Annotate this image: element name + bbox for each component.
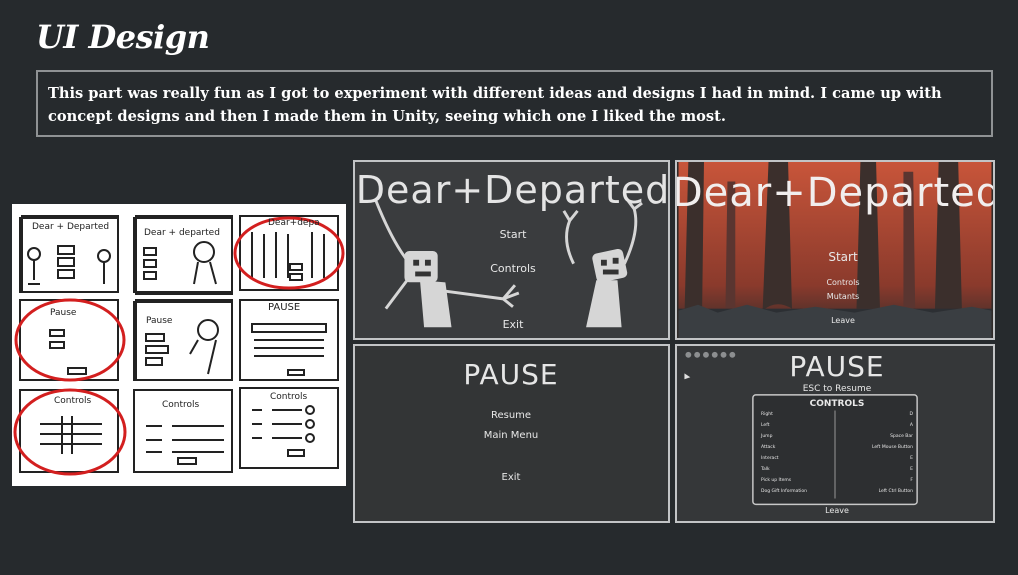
control-key: E: [910, 456, 913, 461]
sketch-label-2: Dear + departed: [144, 228, 220, 238]
control-key: Space Bar: [890, 434, 913, 439]
pause-menu-concept-a: PAUSE Resume Main Menu Exit: [353, 344, 670, 523]
menu-b-mutants-button[interactable]: Mutants: [827, 292, 859, 301]
control-key: Left Mouse Button: [871, 445, 913, 450]
control-action: Talk: [761, 467, 770, 472]
page-title: UI Design: [36, 18, 210, 56]
sketch-label-5: Pause: [146, 316, 173, 326]
control-action: Attack: [761, 445, 776, 450]
menu-b-leave-button[interactable]: Leave: [831, 316, 855, 325]
pause-menu-concept-b: PAUSE ESC to Resume CONTROLS Right D Lef…: [675, 344, 995, 523]
menu-a-exit-button[interactable]: Exit: [503, 318, 524, 331]
control-action: Dog Gift Information: [761, 489, 807, 494]
main-menu-concept-b: Dear+Departed Start Controls Mutants Lea…: [675, 160, 995, 340]
menu-b-start-button[interactable]: Start: [828, 250, 857, 264]
concept-sketch-image: Dear + Departed Dear + departed Dear+dep…: [12, 204, 346, 486]
menu-b-title: Dear+Departed: [675, 170, 995, 216]
pause-b-title: PAUSE: [789, 350, 885, 383]
sketch-label-6: PAUSE: [268, 302, 301, 313]
menu-a-title: Dear+Departed: [355, 168, 670, 212]
menu-b-controls-button[interactable]: Controls: [826, 278, 859, 287]
heart-icons: [685, 351, 736, 358]
control-action: Interact: [761, 456, 779, 461]
controls-row: Attack Left Mouse Button: [761, 445, 913, 456]
controls-row: Dog Gift Information Left Ctrl Button: [761, 489, 913, 500]
pause-a-main-menu-button[interactable]: Main Menu: [484, 430, 539, 441]
control-key: D: [909, 412, 913, 417]
pause-a-title: PAUSE: [463, 358, 559, 391]
sketch-label-9: Controls: [270, 392, 308, 402]
controls-row: Pick up Items F: [761, 478, 913, 489]
description-text: This part was really fun as I got to exp…: [48, 85, 942, 125]
controls-row: Talk E: [761, 467, 913, 478]
control-key: E: [910, 467, 913, 472]
control-key: Left Ctrl Button: [878, 489, 913, 494]
sketch-label-7: Controls: [54, 396, 92, 406]
control-action: Jump: [761, 434, 773, 439]
sketch-label-8: Controls: [162, 400, 200, 410]
menu-a-start-button[interactable]: Start: [500, 228, 527, 241]
sketch-drawing: [13, 215, 345, 476]
pause-b-subtitle: ESC to Resume: [802, 384, 872, 394]
main-menu-concept-a: Dear+Departed Start Controls Exit: [353, 160, 670, 340]
control-action: Left: [761, 423, 770, 428]
controls-row: Jump Space Bar: [761, 434, 913, 445]
sketch-label-1: Dear + Departed: [32, 222, 110, 232]
controls-heading: CONTROLS: [809, 399, 865, 409]
sketch-label-3: Dear+depa: [268, 218, 320, 228]
control-key: F: [910, 478, 913, 483]
pause-a-exit-button[interactable]: Exit: [502, 472, 521, 483]
controls-row: Left A: [761, 423, 913, 434]
cursor-icon: [684, 373, 691, 380]
control-action: Pick up Items: [761, 478, 792, 483]
menu-a-controls-button[interactable]: Controls: [490, 262, 536, 275]
sketch-label-4: Pause: [50, 308, 77, 318]
controls-list: Right D Left A Jump Space Bar Attack Lef…: [761, 412, 913, 500]
controls-row: Right D: [761, 412, 913, 423]
controls-row: Interact E: [761, 456, 913, 467]
pause-a-resume-button[interactable]: Resume: [491, 410, 531, 421]
description-box: This part was really fun as I got to exp…: [36, 70, 993, 137]
control-action: Right: [761, 412, 773, 417]
pause-b-leave-button[interactable]: Leave: [825, 506, 849, 515]
control-key: A: [909, 423, 913, 428]
